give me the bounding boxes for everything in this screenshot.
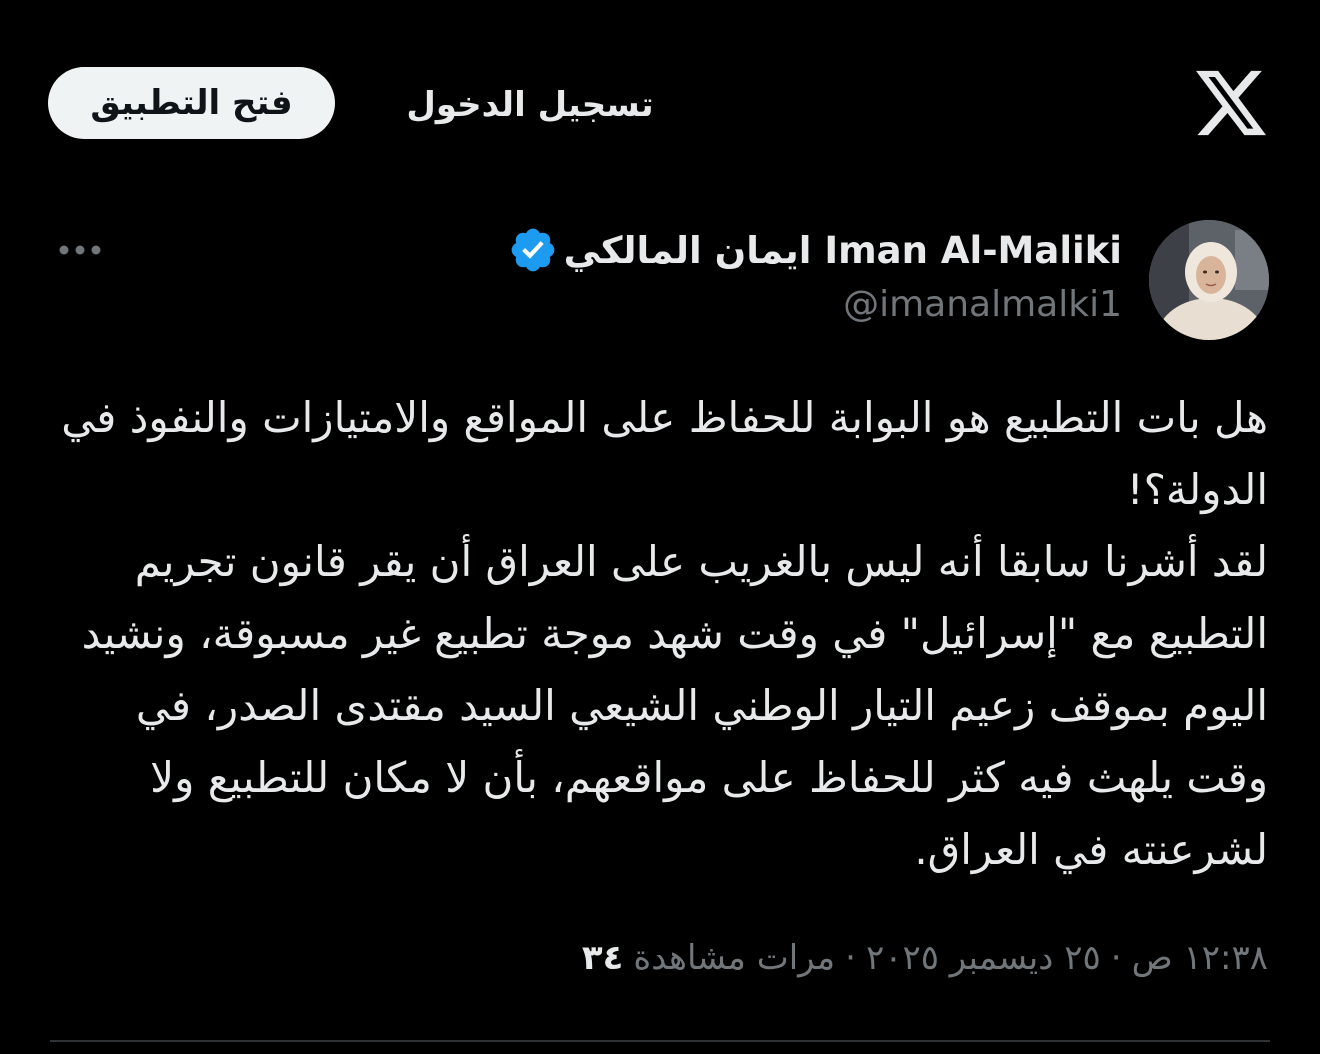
open-app-button[interactable]: فتح التطبيق: [48, 67, 335, 139]
meta-separator: ·: [845, 938, 856, 978]
avatar-photo-icon: [1149, 220, 1269, 340]
top-bar: تسجيل الدخول فتح التطبيق: [0, 0, 1320, 200]
verified-badge-icon: [511, 228, 554, 272]
x-logo-icon[interactable]: [1196, 70, 1266, 136]
tweet-date[interactable]: ٢٥ ديسمبر ٢٠٢٥: [866, 938, 1101, 978]
tweet-text: هل بات التطبيع هو البوابة للحفاظ على الم…: [61, 393, 1268, 874]
author-display-name[interactable]: Iman Al-Maliki ايمان المالكي: [564, 229, 1122, 272]
more-options-icon[interactable]: [56, 238, 104, 262]
divider: [50, 1040, 1270, 1042]
author-handle[interactable]: @imanalmalki1: [843, 284, 1122, 325]
meta-separator: ·: [1110, 938, 1122, 978]
tweet-meta: ١٢:٣٨ ص · ٢٥ ديسمبر ٢٠٢٥ · مرات مشاهدة ٣…: [582, 938, 1268, 978]
tweet-time[interactable]: ١٢:٣٨ ص: [1132, 938, 1268, 978]
author-name-row: Iman Al-Maliki ايمان المالكي: [508, 222, 1122, 278]
views-label: مرات مشاهدة: [633, 938, 836, 978]
avatar[interactable]: [1149, 220, 1269, 340]
views-count: ٣٤: [581, 938, 624, 978]
login-link[interactable]: تسجيل الدخول: [380, 75, 680, 135]
